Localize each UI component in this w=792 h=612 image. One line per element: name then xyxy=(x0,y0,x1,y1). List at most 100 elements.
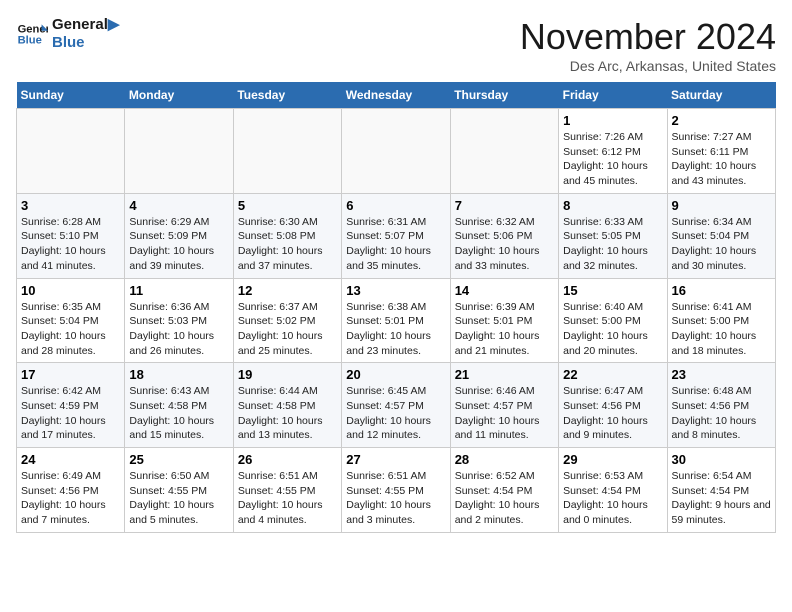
calendar-table: SundayMondayTuesdayWednesdayThursdayFrid… xyxy=(16,82,776,533)
day-info: Sunrise: 6:32 AM Sunset: 5:06 PM Dayligh… xyxy=(455,215,554,274)
day-cell: 12 Sunrise: 6:37 AM Sunset: 5:02 PM Dayli… xyxy=(233,278,341,363)
day-number: 9 xyxy=(672,198,771,213)
day-number: 26 xyxy=(238,452,337,467)
logo: General Blue General▶ Blue xyxy=(16,16,119,52)
day-info: Sunrise: 6:39 AM Sunset: 5:01 PM Dayligh… xyxy=(455,300,554,359)
day-cell: 27 Sunrise: 6:51 AM Sunset: 4:55 PM Dayli… xyxy=(342,448,450,533)
day-number: 25 xyxy=(129,452,228,467)
title-section: November 2024 Des Arc, Arkansas, United … xyxy=(520,16,776,74)
day-cell: 15Sunrise: 6:40 AM Sunset: 5:00 PM Dayli… xyxy=(559,278,667,363)
day-info: Sunrise: 6:40 AM Sunset: 5:00 PM Dayligh… xyxy=(563,300,662,359)
svg-text:Blue: Blue xyxy=(18,35,42,47)
week-row-2: 10 Sunrise: 6:35 AM Sunset: 5:04 PM Dayli… xyxy=(17,278,776,363)
day-cell: 6 Sunrise: 6:31 AM Sunset: 5:07 PM Daylig… xyxy=(342,193,450,278)
day-number: 14 xyxy=(455,283,554,298)
week-row-3: 17Sunrise: 6:42 AM Sunset: 4:59 PM Dayli… xyxy=(17,363,776,448)
day-cell: 29 Sunrise: 6:53 AM Sunset: 4:54 PM Dayli… xyxy=(559,448,667,533)
day-info: Sunrise: 6:42 AM Sunset: 4:59 PM Dayligh… xyxy=(21,384,120,443)
day-header-wednesday: Wednesday xyxy=(342,82,450,109)
day-cell: 8Sunrise: 6:33 AM Sunset: 5:05 PM Daylig… xyxy=(559,193,667,278)
calendar-body: 1 Sunrise: 7:26 AM Sunset: 6:12 PM Daylig… xyxy=(17,109,776,533)
day-info: Sunrise: 6:51 AM Sunset: 4:55 PM Dayligh… xyxy=(346,469,445,528)
day-cell: 5 Sunrise: 6:30 AM Sunset: 5:08 PM Daylig… xyxy=(233,193,341,278)
day-cell: 11Sunrise: 6:36 AM Sunset: 5:03 PM Dayli… xyxy=(125,278,233,363)
day-cell: 21 Sunrise: 6:46 AM Sunset: 4:57 PM Dayli… xyxy=(450,363,558,448)
day-header-thursday: Thursday xyxy=(450,82,558,109)
month-title: November 2024 xyxy=(520,16,776,58)
day-number: 19 xyxy=(238,367,337,382)
day-info: Sunrise: 6:45 AM Sunset: 4:57 PM Dayligh… xyxy=(346,384,445,443)
day-info: Sunrise: 6:43 AM Sunset: 4:58 PM Dayligh… xyxy=(129,384,228,443)
day-header-tuesday: Tuesday xyxy=(233,82,341,109)
day-cell: 20 Sunrise: 6:45 AM Sunset: 4:57 PM Dayli… xyxy=(342,363,450,448)
day-info: Sunrise: 6:53 AM Sunset: 4:54 PM Dayligh… xyxy=(563,469,662,528)
day-number: 21 xyxy=(455,367,554,382)
day-number: 10 xyxy=(21,283,120,298)
day-number: 3 xyxy=(21,198,120,213)
day-info: Sunrise: 7:26 AM Sunset: 6:12 PM Dayligh… xyxy=(563,130,662,189)
day-cell: 10 Sunrise: 6:35 AM Sunset: 5:04 PM Dayli… xyxy=(17,278,125,363)
day-info: Sunrise: 6:46 AM Sunset: 4:57 PM Dayligh… xyxy=(455,384,554,443)
day-cell: 2Sunrise: 7:27 AM Sunset: 6:11 PM Daylig… xyxy=(667,109,775,194)
day-number: 23 xyxy=(672,367,771,382)
day-cell: 18Sunrise: 6:43 AM Sunset: 4:58 PM Dayli… xyxy=(125,363,233,448)
day-cell: 14 Sunrise: 6:39 AM Sunset: 5:01 PM Dayli… xyxy=(450,278,558,363)
day-info: Sunrise: 6:41 AM Sunset: 5:00 PM Dayligh… xyxy=(672,300,771,359)
day-number: 16 xyxy=(672,283,771,298)
week-row-1: 3 Sunrise: 6:28 AM Sunset: 5:10 PM Daylig… xyxy=(17,193,776,278)
day-info: Sunrise: 6:37 AM Sunset: 5:02 PM Dayligh… xyxy=(238,300,337,359)
header: General Blue General▶ Blue November 2024… xyxy=(16,16,776,74)
logo-icon: General Blue xyxy=(16,18,48,50)
location: Des Arc, Arkansas, United States xyxy=(520,58,776,74)
day-number: 5 xyxy=(238,198,337,213)
week-row-0: 1 Sunrise: 7:26 AM Sunset: 6:12 PM Daylig… xyxy=(17,109,776,194)
day-cell xyxy=(233,109,341,194)
day-header-saturday: Saturday xyxy=(667,82,775,109)
day-cell: 24Sunrise: 6:49 AM Sunset: 4:56 PM Dayli… xyxy=(17,448,125,533)
day-info: Sunrise: 6:35 AM Sunset: 5:04 PM Dayligh… xyxy=(21,300,120,359)
day-info: Sunrise: 6:50 AM Sunset: 4:55 PM Dayligh… xyxy=(129,469,228,528)
day-number: 4 xyxy=(129,198,228,213)
calendar-header-row: SundayMondayTuesdayWednesdayThursdayFrid… xyxy=(17,82,776,109)
day-cell: 16 Sunrise: 6:41 AM Sunset: 5:00 PM Dayli… xyxy=(667,278,775,363)
day-info: Sunrise: 6:34 AM Sunset: 5:04 PM Dayligh… xyxy=(672,215,771,274)
day-number: 6 xyxy=(346,198,445,213)
day-info: Sunrise: 6:52 AM Sunset: 4:54 PM Dayligh… xyxy=(455,469,554,528)
day-info: Sunrise: 6:28 AM Sunset: 5:10 PM Dayligh… xyxy=(21,215,120,274)
day-cell: 22Sunrise: 6:47 AM Sunset: 4:56 PM Dayli… xyxy=(559,363,667,448)
day-number: 27 xyxy=(346,452,445,467)
day-cell xyxy=(450,109,558,194)
day-number: 30 xyxy=(672,452,771,467)
day-number: 2 xyxy=(672,113,771,128)
day-number: 1 xyxy=(563,113,662,128)
day-info: Sunrise: 6:31 AM Sunset: 5:07 PM Dayligh… xyxy=(346,215,445,274)
day-info: Sunrise: 6:29 AM Sunset: 5:09 PM Dayligh… xyxy=(129,215,228,274)
day-cell: 30 Sunrise: 6:54 AM Sunset: 4:54 PM Dayli… xyxy=(667,448,775,533)
day-info: Sunrise: 6:49 AM Sunset: 4:56 PM Dayligh… xyxy=(21,469,120,528)
day-info: Sunrise: 6:44 AM Sunset: 4:58 PM Dayligh… xyxy=(238,384,337,443)
day-cell: 28 Sunrise: 6:52 AM Sunset: 4:54 PM Dayli… xyxy=(450,448,558,533)
day-cell: 19 Sunrise: 6:44 AM Sunset: 4:58 PM Dayli… xyxy=(233,363,341,448)
day-info: Sunrise: 6:38 AM Sunset: 5:01 PM Dayligh… xyxy=(346,300,445,359)
day-number: 28 xyxy=(455,452,554,467)
day-cell: 3 Sunrise: 6:28 AM Sunset: 5:10 PM Daylig… xyxy=(17,193,125,278)
day-info: Sunrise: 6:36 AM Sunset: 5:03 PM Dayligh… xyxy=(129,300,228,359)
day-cell: 26 Sunrise: 6:51 AM Sunset: 4:55 PM Dayli… xyxy=(233,448,341,533)
day-number: 8 xyxy=(563,198,662,213)
day-number: 7 xyxy=(455,198,554,213)
day-cell: 7 Sunrise: 6:32 AM Sunset: 5:06 PM Daylig… xyxy=(450,193,558,278)
day-number: 13 xyxy=(346,283,445,298)
day-info: Sunrise: 6:30 AM Sunset: 5:08 PM Dayligh… xyxy=(238,215,337,274)
day-info: Sunrise: 6:54 AM Sunset: 4:54 PM Dayligh… xyxy=(672,469,771,528)
day-cell xyxy=(342,109,450,194)
day-info: Sunrise: 6:48 AM Sunset: 4:56 PM Dayligh… xyxy=(672,384,771,443)
day-cell: 1 Sunrise: 7:26 AM Sunset: 6:12 PM Daylig… xyxy=(559,109,667,194)
day-cell: 23 Sunrise: 6:48 AM Sunset: 4:56 PM Dayli… xyxy=(667,363,775,448)
day-number: 29 xyxy=(563,452,662,467)
day-info: Sunrise: 6:51 AM Sunset: 4:55 PM Dayligh… xyxy=(238,469,337,528)
day-cell: 4 Sunrise: 6:29 AM Sunset: 5:09 PM Daylig… xyxy=(125,193,233,278)
day-number: 20 xyxy=(346,367,445,382)
day-cell: 17Sunrise: 6:42 AM Sunset: 4:59 PM Dayli… xyxy=(17,363,125,448)
day-number: 12 xyxy=(238,283,337,298)
day-info: Sunrise: 6:47 AM Sunset: 4:56 PM Dayligh… xyxy=(563,384,662,443)
